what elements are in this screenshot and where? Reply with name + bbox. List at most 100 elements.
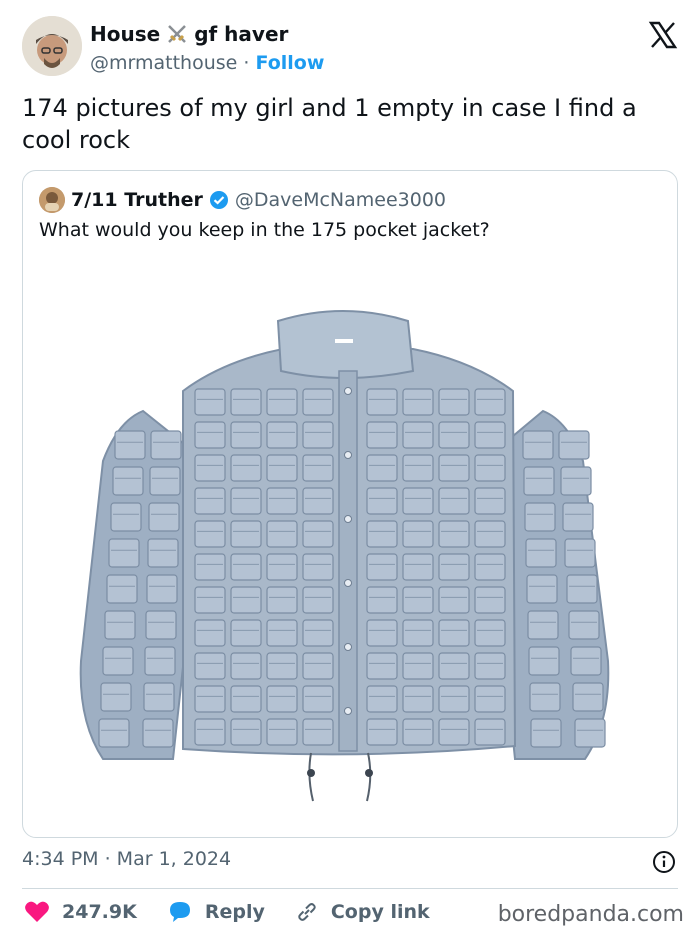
jacket-pocket <box>144 646 176 676</box>
jacket-pocket <box>438 718 470 746</box>
jacket-pocket <box>230 685 262 713</box>
crossed-swords-icon <box>168 25 187 43</box>
snap-button <box>344 451 352 459</box>
jacket-pocket <box>146 574 178 604</box>
jacket-pocket <box>266 619 298 647</box>
tweet-header: House gf haver @mrmatthouse · Follow <box>22 16 678 78</box>
jacket-pocket <box>302 487 334 515</box>
jacket-pocket <box>402 421 434 449</box>
jacket-pocket <box>474 454 506 482</box>
jacket-pocket <box>402 718 434 746</box>
jacket-pocket <box>230 487 262 515</box>
jacket-pocket <box>230 652 262 680</box>
jacket-pocket <box>302 619 334 647</box>
author-name-right: gf haver <box>194 22 289 46</box>
reply-button[interactable]: Reply <box>167 900 265 924</box>
follow-button[interactable]: Follow <box>255 52 324 74</box>
info-icon[interactable] <box>652 850 676 874</box>
zipper-placket <box>338 370 358 752</box>
jacket-pocket <box>194 685 226 713</box>
jacket-pocket <box>474 652 506 680</box>
jacket-pocket <box>402 586 434 614</box>
jacket-pocket <box>230 421 262 449</box>
author-handle[interactable]: @mrmatthouse <box>90 52 237 74</box>
x-logo-icon[interactable] <box>648 20 678 50</box>
right-cord-stopper <box>365 769 373 777</box>
jacket-pocket <box>438 619 470 647</box>
jacket-pocket <box>438 685 470 713</box>
snap-button <box>344 515 352 523</box>
copy-link-label: Copy link <box>330 901 430 923</box>
jacket-pocket <box>524 502 556 532</box>
jacket-pocket <box>568 610 600 640</box>
action-bar: 247.9K Reply Copy link <box>24 900 460 924</box>
jacket-pocket <box>266 586 298 614</box>
jacket-pocket <box>366 454 398 482</box>
quoted-tweet[interactable]: 7/11 Truther @DaveMcNamee3000 What would… <box>22 170 678 838</box>
like-count: 247.9K <box>62 901 137 923</box>
jacket-pocket <box>230 619 262 647</box>
jacket-pocket <box>366 718 398 746</box>
jacket-pocket <box>402 652 434 680</box>
author-name[interactable]: House gf haver <box>90 22 324 46</box>
jacket-pocket <box>402 685 434 713</box>
jacket-pocket <box>366 388 398 416</box>
jacket-collar <box>276 310 415 379</box>
jacket-pocket <box>474 520 506 548</box>
jacket-pocket <box>143 682 175 712</box>
jacket-pocket <box>438 520 470 548</box>
jacket-pocket <box>302 520 334 548</box>
jacket-pocket <box>194 619 226 647</box>
jacket-pocket <box>402 553 434 581</box>
quoted-author-handle[interactable]: @DaveMcNamee3000 <box>235 189 446 211</box>
quoted-author-name[interactable]: 7/11 Truther <box>71 189 203 211</box>
jacket-pocket <box>98 718 130 748</box>
jacket-pocket <box>194 586 226 614</box>
jacket-pocket <box>302 388 334 416</box>
jacket-pocket <box>194 388 226 416</box>
jacket-pocket <box>366 520 398 548</box>
like-button[interactable]: 247.9K <box>24 900 137 924</box>
jacket-pocket <box>302 586 334 614</box>
jacket-pocket <box>194 553 226 581</box>
jacket-pocket <box>474 388 506 416</box>
jacket-pocket <box>266 520 298 548</box>
jacket-pocket <box>302 652 334 680</box>
jacket-pocket <box>114 430 146 460</box>
left-cord-stopper <box>307 769 315 777</box>
jacket-pocket <box>402 454 434 482</box>
jacket-pocket <box>266 421 298 449</box>
jacket-pocket <box>108 538 140 568</box>
tweet-timestamp[interactable]: 4:34 PM · Mar 1, 2024 <box>22 848 231 870</box>
jacket-pocket <box>302 454 334 482</box>
jacket-pocket <box>104 610 136 640</box>
jacket-pocket <box>474 421 506 449</box>
quoted-author-avatar[interactable] <box>39 187 65 213</box>
jacket-pocket <box>474 586 506 614</box>
jacket-pocket <box>266 685 298 713</box>
jacket-pocket <box>474 553 506 581</box>
jacket-pocket <box>366 421 398 449</box>
jacket-pocket <box>302 685 334 713</box>
link-icon <box>298 903 316 921</box>
jacket-pocket <box>266 487 298 515</box>
meta-separator: · <box>243 52 250 74</box>
jacket-pocket <box>230 388 262 416</box>
jacket-pocket <box>266 454 298 482</box>
jacket-pocket <box>530 718 562 748</box>
author-avatar[interactable] <box>22 16 82 76</box>
jacket-pocket <box>438 586 470 614</box>
jacket-pocket <box>266 718 298 746</box>
jacket-pocket <box>528 646 560 676</box>
jacket-pocket <box>574 718 606 748</box>
jacket-pocket <box>566 574 598 604</box>
jacket-image[interactable] <box>23 261 677 837</box>
copy-link-button[interactable]: Copy link <box>295 900 430 924</box>
jacket-pocket <box>525 538 557 568</box>
tweet-text: 174 pictures of my girl and 1 empty in c… <box>22 94 637 154</box>
snap-button <box>344 387 352 395</box>
jacket-pocket <box>402 619 434 647</box>
jacket-pocket <box>148 502 180 532</box>
jacket-pocket <box>112 466 144 496</box>
jacket-pocket <box>474 619 506 647</box>
